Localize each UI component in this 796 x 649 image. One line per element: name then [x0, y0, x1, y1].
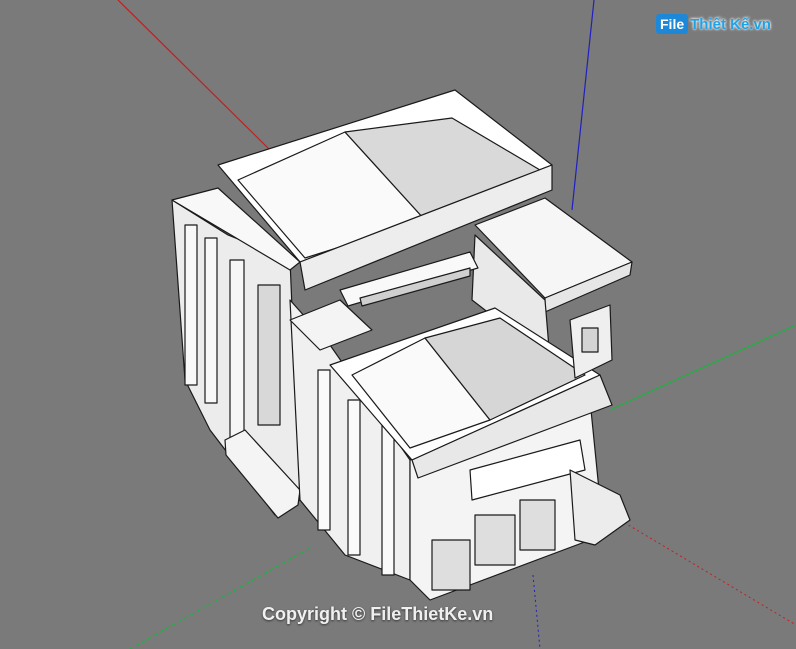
right-window	[581, 327, 599, 353]
logo-text: Thiết Kế.vn	[690, 15, 771, 33]
left-window	[257, 284, 281, 426]
center-pillar	[381, 424, 395, 576]
file-logo-icon: File	[656, 14, 689, 34]
left-column	[184, 224, 198, 386]
center-pillar	[317, 369, 331, 531]
sketchup-viewport[interactable]	[0, 0, 796, 649]
front-window	[474, 514, 516, 566]
watermark-logo: File Thiết Kế.vn	[656, 14, 771, 34]
blue-axis-negative	[532, 574, 541, 649]
center-pillar	[347, 399, 361, 556]
front-window	[431, 539, 471, 591]
blue-axis	[571, 0, 595, 211]
front-stairs	[569, 469, 631, 546]
left-column	[204, 237, 218, 404]
copyright-watermark: Copyright © FileThietKe.vn	[262, 604, 494, 624]
house-model[interactable]	[171, 89, 633, 601]
green-axis-negative	[129, 547, 311, 649]
front-window	[519, 499, 556, 551]
green-axis	[609, 324, 796, 411]
red-axis	[117, 0, 271, 151]
left-column	[229, 259, 245, 441]
red-axis-negative	[619, 519, 796, 626]
